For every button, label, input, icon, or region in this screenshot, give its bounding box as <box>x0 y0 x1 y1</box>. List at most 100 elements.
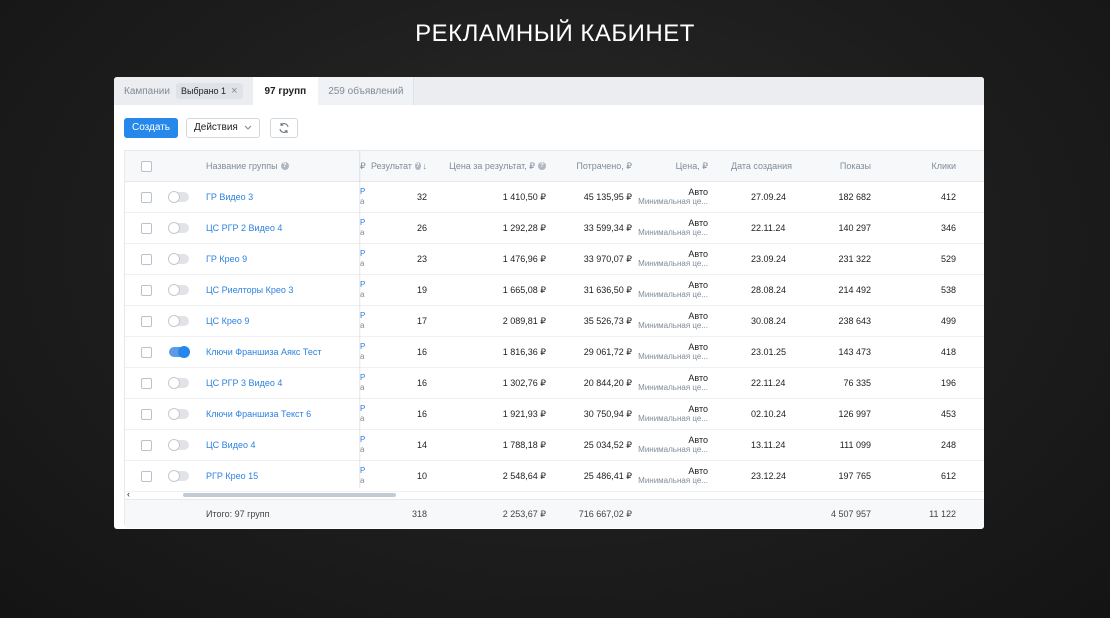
group-name-link[interactable]: ГР Видео 3 <box>206 182 253 212</box>
table-header: Название группы ? ₽ Результат ? ↓ Цена з… <box>125 151 984 182</box>
group-name-link[interactable]: Ключи Франшиза Текст 6 <box>206 399 311 429</box>
impressions-cell: 238 643 <box>838 316 871 326</box>
table-row[interactable]: ЦС Видео 4 Ра 14 1 788,18 ₽25 034,52 ₽ Авто М… <box>125 430 984 461</box>
group-name-link[interactable]: ЦС Видео 4 <box>206 430 255 460</box>
group-enabled-toggle[interactable] <box>168 408 189 420</box>
col-clicks[interactable]: Клики <box>905 151 957 181</box>
col-price-per-result[interactable]: Цена за результат, ₽ ? <box>445 151 546 181</box>
result-cell: 26 <box>416 223 427 233</box>
row-checkbox[interactable] <box>141 222 152 234</box>
group-enabled-toggle[interactable] <box>168 377 189 389</box>
table-row[interactable]: ЦС Риелторы Крео 3 Ра 19 1 665,08 ₽31 636,5… <box>125 275 984 306</box>
row-checkbox[interactable] <box>141 253 152 265</box>
row-checkbox[interactable] <box>141 315 152 327</box>
group-enabled-toggle[interactable] <box>168 191 189 203</box>
group-name-link[interactable]: ЦС Риелторы Крео 3 <box>206 275 293 305</box>
row-toggle-cell <box>168 182 189 212</box>
refresh-icon <box>279 122 289 133</box>
sort-down-icon[interactable]: ↓ <box>423 161 428 171</box>
group-enabled-toggle[interactable] <box>168 439 189 451</box>
price-cell[interactable]: Авто Минимальная це... <box>638 337 708 367</box>
actions-dropdown[interactable]: Действия <box>186 117 260 138</box>
tab-ads[interactable]: 259 объявлений <box>318 77 415 105</box>
row-select-cell <box>141 461 152 491</box>
impressions-cell: 143 473 <box>838 347 871 357</box>
group-name-link[interactable]: ЦС РГР 3 Видео 4 <box>206 368 282 398</box>
price-per-result-cell: 1 921,93 ₽ <box>502 408 546 419</box>
scroll-left-arrow-icon[interactable]: ‹ <box>127 489 130 499</box>
price-cell[interactable]: Авто Минимальная це... <box>638 461 708 491</box>
col-price[interactable]: Цена, ₽ <box>645 151 708 181</box>
price-cell[interactable]: Авто Минимальная це... <box>638 368 708 398</box>
table-row[interactable]: ГР Крео 9 Ра 23 1 476,96 ₽33 970,07 ₽ Авто Ми… <box>125 244 984 275</box>
group-name-link[interactable]: РГР Крео 15 <box>206 461 258 491</box>
created-cell: 27.09.24 <box>751 192 787 202</box>
result-cell: 23 <box>416 254 427 264</box>
created-cell: 28.08.24 <box>751 285 787 295</box>
tab-groups[interactable]: 97 групп <box>252 77 319 105</box>
group-name-link[interactable]: ГР Крео 9 <box>206 244 247 274</box>
col-impressions[interactable]: Показы <box>815 151 871 181</box>
row-checkbox[interactable] <box>141 439 152 451</box>
row-checkbox[interactable] <box>141 377 152 389</box>
row-select-cell <box>141 182 152 212</box>
help-icon[interactable]: ? <box>538 162 546 170</box>
actions-label: Действия <box>194 122 238 133</box>
group-enabled-toggle[interactable] <box>168 315 189 327</box>
group-enabled-toggle[interactable] <box>168 253 189 265</box>
table-row[interactable]: ГР Видео 3 Ра 32 1 410,50 ₽45 135,95 ₽ Авто М… <box>125 182 984 213</box>
price-cell[interactable]: Авто Минимальная це... <box>638 430 708 460</box>
toggle-knob <box>168 315 180 327</box>
help-icon[interactable]: ? <box>414 162 421 170</box>
group-name-link[interactable]: Ключи Франшиза Аякс Тест <box>206 337 322 367</box>
table-row[interactable]: ЦС Крео 9 Ра 17 2 089,81 ₽35 526,73 ₽ Авто Ми… <box>125 306 984 337</box>
spent-cell: 33 970,07 ₽ <box>583 253 632 264</box>
table-row[interactable]: ЦС РГР 2 Видео 4 Ра 26 1 292,28 ₽33 599,34 … <box>125 213 984 244</box>
price-cell[interactable]: Авто Минимальная це... <box>638 244 708 274</box>
spent-cell: 45 135,95 ₽ <box>583 191 632 202</box>
help-icon[interactable]: ? <box>280 162 289 170</box>
col-created[interactable]: Дата создания <box>731 151 792 181</box>
scroll-thumb[interactable] <box>183 493 396 497</box>
select-all-checkbox[interactable] <box>141 160 152 172</box>
table-row[interactable]: Ключи Франшиза Аякс Тест Ра 16 1 816,36 ₽29… <box>125 337 984 368</box>
price-mode: Авто <box>688 218 708 228</box>
toggle-knob <box>168 470 180 482</box>
table-row[interactable]: Ключи Франшиза Текст 6 Ра 16 1 921,93 ₽30 7… <box>125 399 984 430</box>
group-enabled-toggle[interactable] <box>168 470 189 482</box>
row-checkbox[interactable] <box>141 284 152 296</box>
group-name-link[interactable]: ЦС Крео 9 <box>206 306 249 336</box>
row-checkbox[interactable] <box>141 408 152 420</box>
group-name-link[interactable]: ЦС РГР 2 Видео 4 <box>206 213 282 243</box>
price-cell[interactable]: Авто Минимальная це... <box>638 213 708 243</box>
close-icon[interactable]: × <box>231 86 237 97</box>
group-enabled-toggle[interactable] <box>168 222 189 234</box>
group-enabled-toggle[interactable] <box>169 346 190 358</box>
create-button[interactable]: Создать <box>124 117 178 138</box>
price-cell[interactable]: Авто Минимальная це... <box>638 182 708 212</box>
impressions-cell: 197 765 <box>838 471 871 481</box>
row-checkbox[interactable] <box>141 346 152 358</box>
tab-campaigns[interactable]: Кампании Выбрано 1 × <box>114 77 253 105</box>
row-checkbox[interactable] <box>141 191 152 203</box>
refresh-button[interactable] <box>269 117 298 138</box>
price-mode: Авто <box>688 466 708 476</box>
price-per-result-cell: 1 292,28 ₽ <box>502 222 546 233</box>
toggle-knob <box>168 377 180 389</box>
impressions-cell: 111 099 <box>839 440 871 450</box>
col-result[interactable]: Результат ? ↓ <box>371 151 427 181</box>
horizontal-scrollbar[interactable]: ‹ <box>125 489 984 500</box>
col-impressions-label: Показы <box>839 161 871 171</box>
toggle-knob <box>168 439 180 451</box>
price-cell[interactable]: Авто Минимальная це... <box>638 275 708 305</box>
table-row[interactable]: ЦС РГР 3 Видео 4 Ра 16 1 302,76 ₽20 844,20 … <box>125 368 984 399</box>
col-name[interactable]: Название группы ? <box>206 151 289 181</box>
price-cell[interactable]: Авто Минимальная це... <box>638 399 708 429</box>
price-cell[interactable]: Авто Минимальная це... <box>638 306 708 336</box>
spent-cell: 25 034,52 ₽ <box>583 439 632 450</box>
table-row[interactable]: РГР Крео 15 Ра 10 2 548,64 ₽25 486,41 ₽ Авто… <box>125 461 984 492</box>
group-enabled-toggle[interactable] <box>168 284 189 296</box>
row-checkbox[interactable] <box>141 470 152 482</box>
clicks-cell: 453 <box>940 409 956 419</box>
col-spent[interactable]: Потрачено, ₽ <box>555 151 632 181</box>
